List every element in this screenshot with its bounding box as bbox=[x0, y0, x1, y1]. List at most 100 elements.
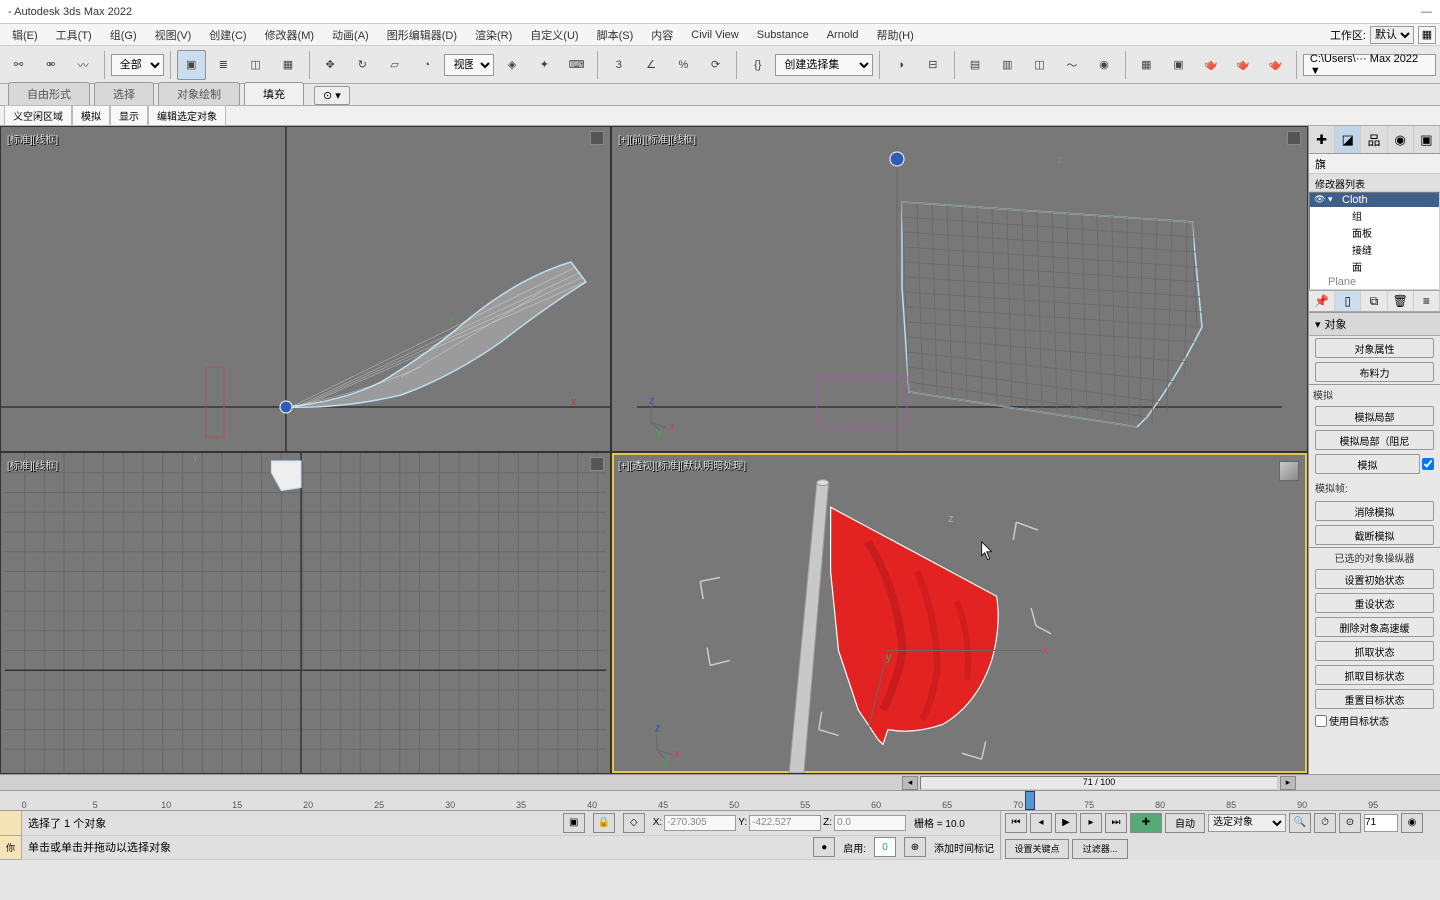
viewport-label[interactable]: [标准][线框] bbox=[7, 457, 58, 472]
menu-arnold[interactable]: Arnold bbox=[819, 27, 867, 43]
set-keys-button[interactable]: 设置关键点 bbox=[1005, 839, 1069, 859]
render-frame-icon[interactable]: ▣ bbox=[1164, 50, 1193, 80]
eye-icon[interactable]: 👁 bbox=[1314, 194, 1325, 205]
z-coord-input[interactable] bbox=[834, 815, 906, 831]
pin-stack-icon[interactable]: 📌 bbox=[1309, 291, 1335, 311]
select-object-icon[interactable]: ▣ bbox=[177, 50, 206, 80]
move-icon[interactable]: ✥ bbox=[315, 50, 344, 80]
menu-animation[interactable]: 动画(A) bbox=[324, 25, 377, 45]
menu-tools[interactable]: 工具(T) bbox=[48, 25, 100, 45]
placement-icon[interactable]: ◔ bbox=[412, 50, 441, 80]
manipulate-icon[interactable]: ✦ bbox=[530, 50, 559, 80]
ribbon-config-dropdown[interactable]: ⊙ ▾ bbox=[314, 86, 350, 105]
auto-key-button[interactable]: 自动 bbox=[1165, 813, 1205, 833]
create-tab-icon[interactable]: ✚ bbox=[1309, 126, 1335, 153]
erase-simulation-button[interactable]: 消除模拟 bbox=[1315, 501, 1434, 521]
sub-idle-area[interactable]: 义空闲区域 bbox=[4, 105, 72, 126]
mirror-icon[interactable]: ◑ bbox=[886, 50, 915, 80]
menu-scripting[interactable]: 脚本(S) bbox=[589, 25, 642, 45]
enable-indicator[interactable]: 0 bbox=[874, 837, 896, 857]
menu-content[interactable]: 内容 bbox=[643, 25, 681, 45]
modifier-list-label[interactable]: 修改器列表 bbox=[1309, 174, 1440, 192]
bind-spacewarp-icon[interactable]: 〰 bbox=[69, 50, 98, 80]
script-output[interactable]: 你 bbox=[0, 836, 21, 861]
configure-sets-icon[interactable]: ≡ bbox=[1414, 291, 1440, 311]
remove-modifier-icon[interactable]: 🗑 bbox=[1388, 291, 1414, 311]
viewport-maximize-icon[interactable] bbox=[1287, 131, 1301, 145]
named-sel-dropdown[interactable]: 创建选择集 bbox=[775, 54, 873, 76]
spinner-snap-icon[interactable]: ⟳ bbox=[701, 50, 730, 80]
grab-target-state-button[interactable]: 抓取目标状态 bbox=[1315, 665, 1434, 685]
key-mode-icon[interactable]: ⊙ bbox=[1339, 813, 1361, 833]
menu-rendering[interactable]: 渲染(R) bbox=[467, 25, 520, 45]
y-coord-input[interactable] bbox=[749, 815, 821, 831]
tab-selection[interactable]: 选择 bbox=[94, 82, 154, 105]
menu-modifiers[interactable]: 修改器(M) bbox=[257, 25, 323, 45]
scale-icon[interactable]: ▱ bbox=[380, 50, 409, 80]
set-initial-state-button[interactable]: 设置初始状态 bbox=[1315, 569, 1434, 589]
scrub-track[interactable]: 71 / 100 bbox=[920, 776, 1278, 790]
snap-toggle-icon[interactable]: 3 bbox=[604, 50, 633, 80]
workspace-dropdown[interactable]: 默认 bbox=[1370, 26, 1414, 44]
maxscript-icon[interactable]: ● bbox=[813, 837, 835, 857]
simulate-button[interactable]: 模拟 bbox=[1315, 454, 1420, 474]
align-icon[interactable]: ⊟ bbox=[918, 50, 947, 80]
link-icon[interactable]: ⚯ bbox=[4, 50, 33, 80]
keyboard-shortcut-icon[interactable]: ⌨ bbox=[562, 50, 591, 80]
selection-filter-dropdown[interactable]: 全部 bbox=[111, 54, 164, 76]
window-crossing-icon[interactable]: ▦ bbox=[273, 50, 302, 80]
play-icon[interactable]: ▶ bbox=[1055, 813, 1077, 833]
menu-views[interactable]: 视图(V) bbox=[147, 25, 200, 45]
menu-edit[interactable]: 辑(E) bbox=[4, 25, 46, 45]
modifier-sub-seam[interactable]: 接缝 bbox=[1310, 241, 1439, 258]
render-setup-icon[interactable]: ▦ bbox=[1132, 50, 1161, 80]
rect-region-icon[interactable]: ◫ bbox=[241, 50, 270, 80]
menu-civil-view[interactable]: Civil View bbox=[683, 27, 746, 43]
isolate-icon[interactable]: ◇ bbox=[623, 813, 645, 833]
unlink-icon[interactable]: ⚮ bbox=[36, 50, 65, 80]
modifier-sub-group[interactable]: 组 bbox=[1310, 207, 1439, 224]
show-end-result-icon[interactable]: ▯ bbox=[1335, 291, 1361, 311]
menu-create[interactable]: 创建(C) bbox=[201, 25, 254, 45]
viewport-maximize-icon[interactable] bbox=[590, 131, 604, 145]
modifier-sub-panel[interactable]: 面板 bbox=[1310, 224, 1439, 241]
modifier-cloth[interactable]: 👁▾Cloth bbox=[1310, 193, 1439, 207]
display-tab-icon[interactable]: ▣ bbox=[1414, 126, 1440, 153]
use-target-state-checkbox[interactable] bbox=[1315, 715, 1327, 727]
time-slider[interactable] bbox=[1025, 791, 1035, 810]
menu-group[interactable]: 组(G) bbox=[102, 25, 145, 45]
edit-named-sel-icon[interactable]: {} bbox=[743, 50, 772, 80]
viewcube-icon[interactable] bbox=[1279, 461, 1299, 481]
viewport-label[interactable]: [标准][线框] bbox=[7, 131, 58, 146]
delete-cache-button[interactable]: 删除对象高速缓 bbox=[1315, 617, 1434, 637]
motion-tab-icon[interactable]: ◉ bbox=[1388, 126, 1414, 153]
scrub-left-icon[interactable]: ◂ bbox=[902, 776, 918, 790]
next-frame-icon[interactable]: ▸ bbox=[1080, 813, 1102, 833]
curve-editor-icon[interactable]: ◫ bbox=[1025, 50, 1054, 80]
viewport-top[interactable]: [标准][线框] x y bbox=[1, 127, 610, 451]
set-key-large-icon[interactable]: ✚ bbox=[1130, 813, 1162, 833]
modifier-sub-face[interactable]: 面 bbox=[1310, 258, 1439, 275]
simulate-checkbox[interactable] bbox=[1422, 458, 1434, 470]
minimize-icon[interactable]: — bbox=[1421, 6, 1432, 18]
menu-customize[interactable]: 自定义(U) bbox=[522, 25, 586, 45]
viewport-perspective[interactable]: [+][透视][标准][默认明暗处理] z bbox=[612, 453, 1307, 773]
tab-object-paint[interactable]: 对象绘制 bbox=[158, 82, 240, 105]
script-mini-listener[interactable] bbox=[0, 811, 21, 836]
add-time-marker[interactable]: 添加时间标记 bbox=[934, 840, 994, 855]
sub-simulate[interactable]: 模拟 bbox=[72, 105, 110, 126]
schematic-view-icon[interactable]: 〜 bbox=[1057, 50, 1086, 80]
modifier-stack[interactable]: 👁▾Cloth 组 面板 接缝 面 Plane bbox=[1309, 192, 1440, 290]
scrub-right-icon[interactable]: ▸ bbox=[1280, 776, 1296, 790]
tab-populate[interactable]: 填充 bbox=[244, 82, 304, 105]
time-config-icon[interactable]: ⏱ bbox=[1314, 813, 1336, 833]
render-production-icon[interactable]: 🫖 bbox=[1228, 50, 1257, 80]
toggle-ribbon-icon[interactable]: ▥ bbox=[993, 50, 1022, 80]
make-unique-icon[interactable]: ⧉ bbox=[1361, 291, 1387, 311]
pivot-center-icon[interactable]: ◈ bbox=[497, 50, 526, 80]
viewport-left[interactable]: [标准][线框] bbox=[1, 453, 610, 773]
rotate-icon[interactable]: ↻ bbox=[348, 50, 377, 80]
key-filters-icon[interactable]: ◉ bbox=[1401, 813, 1423, 833]
selection-lock-icon[interactable]: ▣ bbox=[563, 813, 585, 833]
layer-explorer-icon[interactable]: ▤ bbox=[960, 50, 989, 80]
